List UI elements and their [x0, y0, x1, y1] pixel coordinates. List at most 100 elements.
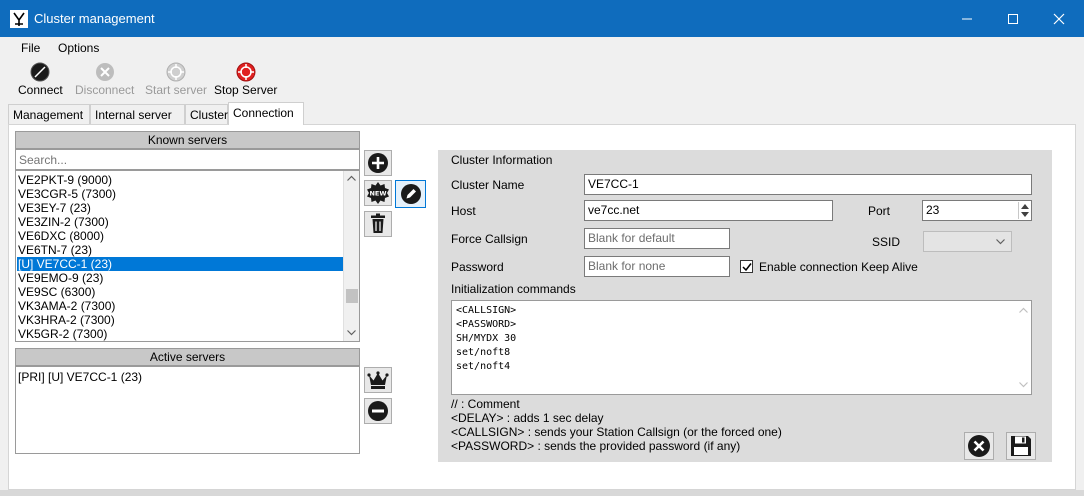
close-window-button[interactable] [1036, 0, 1082, 37]
toolbar: Connect Disconnect Start server Stop Ser… [0, 60, 1084, 100]
list-item[interactable]: VK3AMA-2 (7300) [18, 299, 115, 313]
known-servers-list[interactable]: VE2PKT-9 (9000) VE3CGR-5 (7300) VE3EY-7 … [15, 170, 360, 342]
init-command-line: SH/MYDX 30 [456, 333, 517, 344]
known-servers-header: Known servers [15, 131, 360, 149]
password-field[interactable]: Blank for none [584, 256, 730, 277]
port-value: 23 [926, 203, 940, 217]
port-spin-buttons[interactable] [1018, 202, 1030, 219]
app-icon [10, 10, 28, 28]
list-item[interactable]: VE9SC (6300) [18, 285, 95, 299]
cluster-name-field[interactable]: VE7CC-1 [584, 174, 1032, 195]
keep-alive-label: Enable connection Keep Alive [759, 260, 918, 274]
help-note: <CALLSIGN> : sends your Station Callsign… [451, 425, 782, 439]
list-item[interactable]: VE3ZIN-2 (7300) [18, 215, 109, 229]
tab-connection[interactable]: Connection [228, 102, 304, 125]
keep-alive-checkbox[interactable] [740, 260, 753, 273]
minimize-button[interactable] [944, 0, 990, 37]
chevron-down-icon [996, 239, 1005, 245]
stop-server-button[interactable]: Stop Server [214, 62, 277, 97]
list-item[interactable]: VE6TN-7 (23) [18, 243, 92, 257]
edit-server-button[interactable] [395, 180, 426, 208]
force-callsign-label: Force Callsign [451, 232, 528, 246]
disconnect-button[interactable]: Disconnect [75, 62, 134, 97]
minimize-icon [962, 18, 972, 19]
edit-pencil-icon [400, 184, 421, 204]
list-item[interactable]: VK5GR-2 (7300) [18, 327, 107, 341]
list-item[interactable]: VE6DXC (8000) [18, 229, 104, 243]
new-badge-icon: NEW [367, 182, 389, 204]
list-item[interactable]: VE3EY-7 (23) [18, 201, 91, 215]
ssid-select[interactable] [923, 231, 1012, 252]
force-callsign-field[interactable]: Blank for default [584, 228, 730, 249]
list-item[interactable]: VE2PKT-9 (9000) [18, 173, 112, 187]
host-label: Host [451, 204, 476, 218]
add-server-button[interactable] [364, 150, 392, 176]
host-field[interactable]: ve7cc.net [584, 200, 833, 221]
stop-server-icon [236, 62, 256, 82]
save-button[interactable] [1006, 432, 1036, 460]
window-title: Cluster management [34, 11, 155, 26]
connect-button[interactable]: Connect [18, 62, 63, 97]
ssid-label: SSID [872, 235, 901, 249]
maximize-button[interactable] [990, 0, 1036, 37]
stop-server-label: Stop Server [214, 83, 278, 97]
cluster-name-label: Cluster Name [451, 178, 525, 192]
start-server-icon [166, 62, 186, 82]
cluster-management-window: Cluster management File Options Connect [0, 0, 1084, 496]
maximize-icon [1008, 13, 1018, 24]
cluster-information-title: Cluster Information [451, 153, 553, 167]
list-item[interactable]: VK3HRA-2 (7300) [18, 313, 115, 327]
delete-server-button[interactable] [364, 211, 392, 237]
menu-file[interactable]: File [21, 41, 40, 55]
spin-down-icon [1021, 212, 1029, 217]
init-command-line: set/noft8 [456, 347, 511, 358]
disconnect-label: Disconnect [75, 83, 135, 97]
init-command-line: <CALLSIGN> [456, 305, 517, 316]
init-command-line: set/noft4 [456, 361, 511, 372]
tab-internal-server[interactable]: Internal server [90, 104, 185, 124]
known-servers-search-input[interactable] [15, 149, 360, 170]
list-item[interactable]: [PRI] [U] VE7CC-1 (23) [18, 370, 142, 384]
cancel-button[interactable] [964, 432, 994, 460]
save-floppy-icon [1011, 436, 1031, 456]
help-note: // : Comment [451, 397, 520, 411]
list-item[interactable]: VE3CGR-5 (7300) [18, 187, 116, 201]
connect-icon [30, 62, 50, 82]
svg-text:NEW: NEW [369, 190, 386, 198]
trash-icon [371, 213, 385, 233]
plus-circle-icon [368, 153, 388, 173]
tab-cluster[interactable]: Cluster [185, 104, 228, 124]
port-label: Port [868, 204, 891, 218]
crown-icon [367, 371, 389, 389]
remove-active-server-button[interactable] [364, 398, 392, 424]
start-server-label: Start server [145, 83, 208, 97]
scroll-thumb[interactable] [346, 289, 358, 303]
init-commands-textarea[interactable]: <CALLSIGN> <PASSWORD> SH/MYDX 30 set/nof… [451, 300, 1032, 395]
password-label: Password [451, 260, 504, 274]
tab-management[interactable]: Management [8, 104, 90, 124]
scroll-down-icon [1019, 382, 1028, 388]
active-servers-list[interactable]: [PRI] [U] VE7CC-1 (23) [15, 366, 360, 454]
cancel-x-icon [968, 435, 990, 457]
port-stepper[interactable]: 23 [922, 200, 1032, 221]
cluster-information-panel: Cluster Information Cluster Name VE7CC-1… [438, 150, 1052, 462]
known-servers-scrollbar[interactable] [343, 171, 359, 341]
init-command-line: <PASSWORD> [456, 319, 517, 330]
list-item[interactable]: VE9EMO-9 (23) [18, 271, 103, 285]
new-server-button[interactable]: NEW [364, 180, 392, 206]
close-icon [1053, 13, 1065, 24]
bottom-edge [0, 490, 1084, 496]
help-note: <PASSWORD> : sends the provided password… [451, 439, 741, 453]
active-servers-header: Active servers [15, 348, 360, 366]
disconnect-icon [95, 63, 114, 81]
menu-options[interactable]: Options [58, 41, 99, 55]
connect-label: Connect [18, 83, 63, 97]
init-commands-scrollbar[interactable] [1016, 301, 1031, 394]
scroll-up-icon [1019, 307, 1028, 313]
minus-circle-icon [368, 401, 388, 421]
checkmark-icon [742, 263, 752, 272]
list-item-selected[interactable]: [U] VE7CC-1 (23) [17, 257, 343, 271]
set-primary-button[interactable] [364, 367, 392, 393]
title-bar[interactable]: Cluster management [0, 0, 1084, 37]
start-server-button[interactable]: Start server [145, 62, 207, 97]
